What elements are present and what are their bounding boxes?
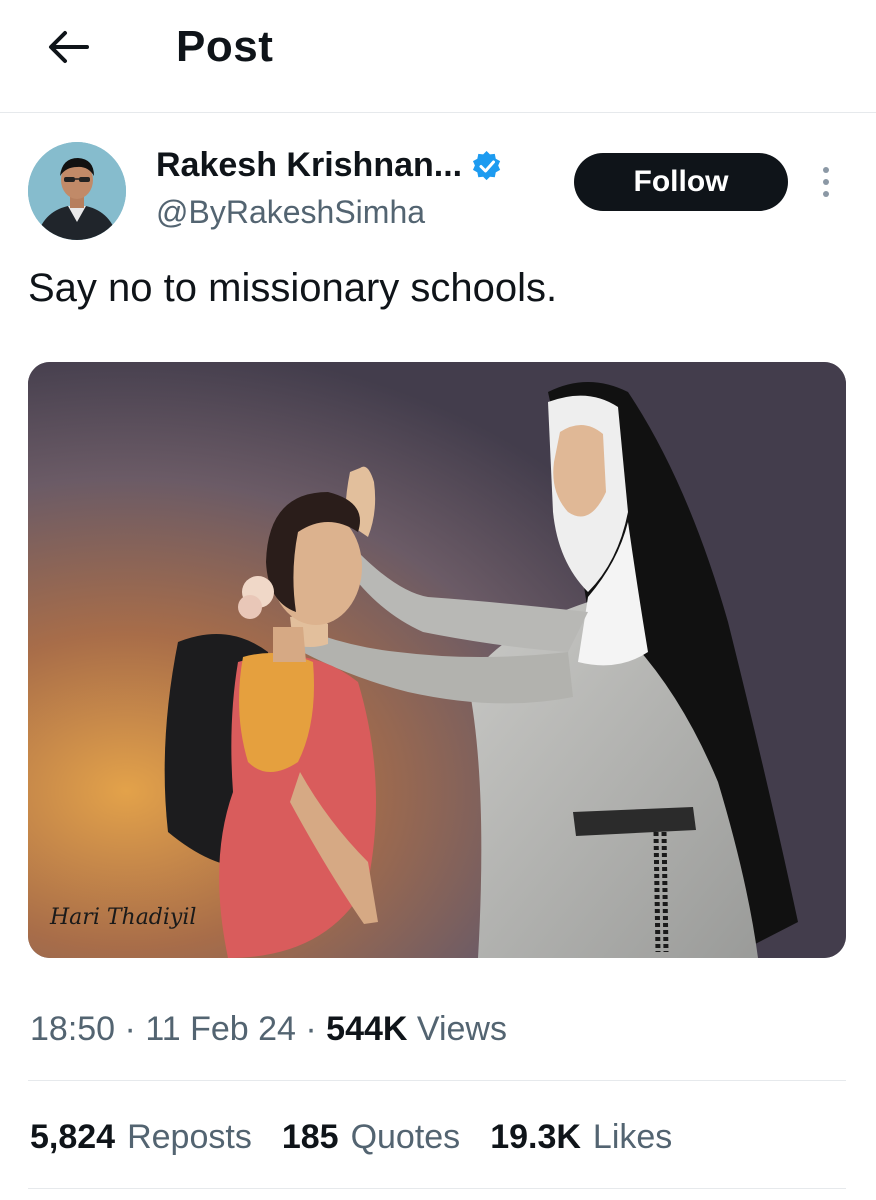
avatar[interactable] bbox=[28, 142, 126, 240]
author-handle[interactable]: @ByRakeshSimha bbox=[156, 194, 425, 231]
artist-signature: Hari Thadiyil bbox=[49, 905, 196, 930]
reposts-label: Reposts bbox=[127, 1118, 252, 1156]
likes-label: Likes bbox=[592, 1118, 673, 1156]
post-date: 11 Feb 24 bbox=[145, 1010, 296, 1048]
top-bar: Post bbox=[0, 0, 876, 113]
author-name-text: Rakesh Krishnan... bbox=[156, 146, 463, 184]
likes-count: 19.3K bbox=[490, 1118, 581, 1156]
meta-separator: · bbox=[305, 1010, 317, 1048]
divider bbox=[28, 1188, 846, 1189]
engagement-stats: 5,824 Reposts 185 Quotes 19.3K Likes bbox=[30, 1118, 672, 1157]
quotes-count: 185 bbox=[281, 1118, 339, 1156]
more-options-button[interactable] bbox=[814, 160, 838, 204]
verified-badge-icon bbox=[473, 150, 501, 180]
post-time: 18:50 bbox=[30, 1010, 116, 1048]
reposts-count: 5,824 bbox=[30, 1118, 116, 1156]
more-vertical-icon bbox=[823, 167, 829, 173]
meta-separator: · bbox=[124, 1010, 136, 1048]
post-image[interactable]: Hari Thadiyil bbox=[28, 362, 846, 958]
back-button[interactable] bbox=[40, 22, 96, 72]
divider bbox=[28, 1080, 846, 1081]
avatar-image bbox=[28, 142, 126, 240]
arrow-left-icon bbox=[49, 31, 89, 63]
post-text: Say no to missionary schools. bbox=[28, 266, 558, 310]
quotes-stat[interactable]: 185 Quotes bbox=[282, 1118, 460, 1157]
page-title: Post bbox=[176, 22, 274, 71]
likes-stat[interactable]: 19.3K Likes bbox=[490, 1118, 672, 1157]
views-label: Views bbox=[416, 1010, 507, 1048]
follow-button[interactable]: Follow bbox=[574, 153, 788, 211]
quotes-label: Quotes bbox=[350, 1118, 461, 1156]
views-count: 544K bbox=[326, 1010, 408, 1048]
post-meta: 18:50 · 11 Feb 24 · 544K Views bbox=[30, 1010, 507, 1049]
reposts-stat[interactable]: 5,824 Reposts bbox=[30, 1118, 252, 1157]
illustration: Hari Thadiyil bbox=[28, 362, 846, 958]
author-name[interactable]: Rakesh Krishnan... bbox=[156, 146, 502, 185]
